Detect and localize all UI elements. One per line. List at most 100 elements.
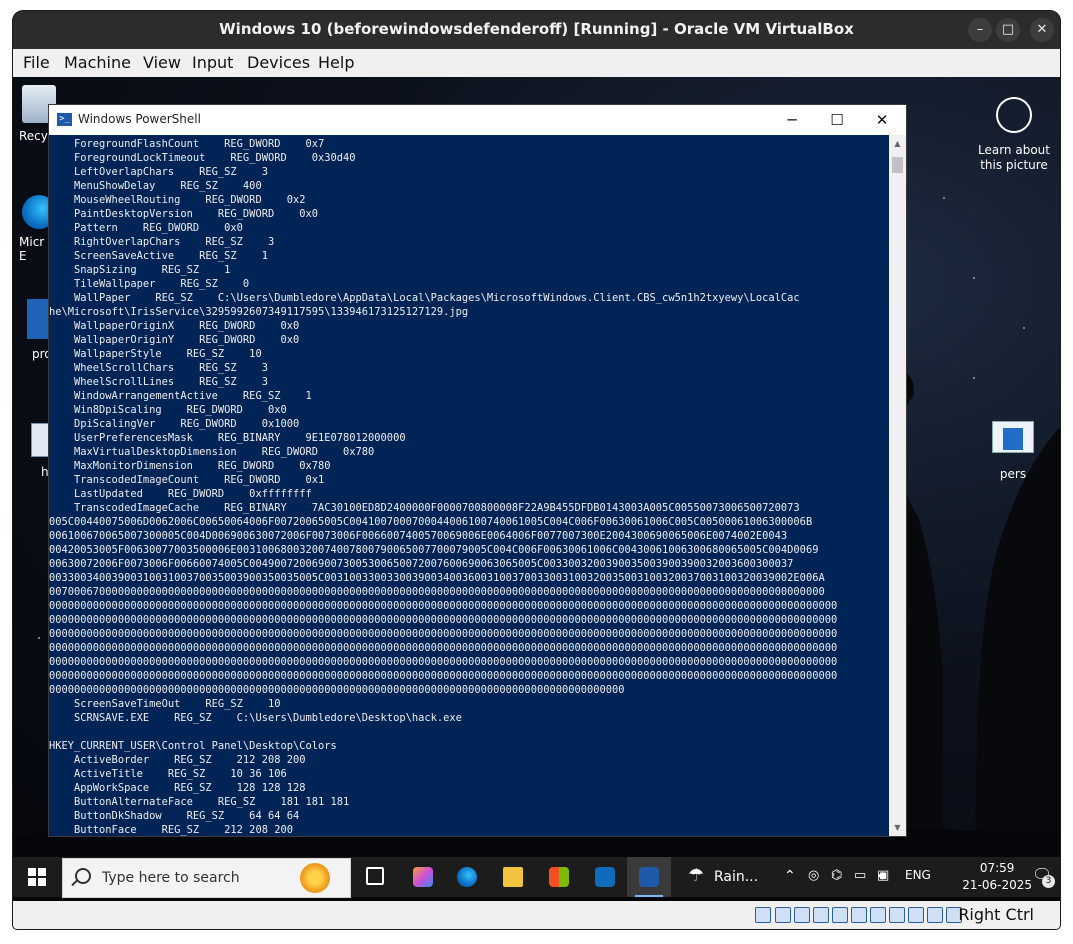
console-line: ButtonFace REG_SZ 212 208 200 bbox=[49, 824, 293, 836]
menu-devices[interactable]: Devices bbox=[247, 53, 310, 72]
start-button[interactable] bbox=[28, 868, 46, 886]
search-highlight-icon bbox=[300, 863, 330, 893]
scroll-thumb[interactable] bbox=[892, 157, 903, 173]
desktop-icon-pers[interactable]: pers bbox=[988, 421, 1038, 481]
console-line: 006100670065007300005C004D00690063007200… bbox=[49, 530, 788, 542]
close-button[interactable]: ✕ bbox=[1030, 18, 1054, 42]
console-line: AppWorkSpace REG_SZ 128 128 128 bbox=[49, 782, 306, 794]
edge-icon bbox=[457, 867, 477, 887]
chevron-up-icon: ⌃ bbox=[784, 868, 796, 884]
taskbar-search[interactable]: Type here to search bbox=[62, 858, 351, 898]
usb-icon[interactable] bbox=[832, 907, 848, 923]
console-line: ScreenSaveActive REG_SZ 1 bbox=[49, 250, 268, 262]
console-line: MouseWheelRouting REG_DWORD 0x2 bbox=[49, 194, 306, 206]
console-line: 0000000000000000000000000000000000000000… bbox=[49, 656, 838, 668]
menu-help[interactable]: Help bbox=[318, 53, 354, 72]
powershell-icon: >_ bbox=[57, 113, 72, 126]
show-hidden-icons-button[interactable]: ⌃ bbox=[784, 868, 796, 884]
console-line: MaxVirtualDesktopDimension REG_DWORD 0x7… bbox=[49, 446, 375, 458]
console-line: RightOverlapChars REG_SZ 3 bbox=[49, 236, 275, 248]
language-indicator[interactable]: ENG bbox=[905, 868, 931, 882]
console-line: SnapSizing REG_SZ 1 bbox=[49, 264, 231, 276]
camera-icon bbox=[996, 97, 1032, 133]
console-line: 0000000000000000000000000000000000000000… bbox=[49, 670, 838, 682]
camera-icon: ◎ bbox=[808, 868, 820, 883]
store-button[interactable] bbox=[537, 857, 581, 897]
clock[interactable]: 07:59 21-06-2025 bbox=[962, 860, 1032, 894]
console-line: WheelScrollLines REG_SZ 3 bbox=[49, 376, 268, 388]
console-line: LeftOverlapChars REG_SZ 3 bbox=[49, 166, 268, 178]
pers-label: pers bbox=[999, 467, 1027, 481]
console-line: TileWallpaper REG_SZ 0 bbox=[49, 278, 250, 290]
hard-disk-icon[interactable] bbox=[755, 907, 771, 923]
ps-close-button[interactable]: ✕ bbox=[871, 110, 893, 130]
console-line: 00630072006F0073006F00660074005C00490072… bbox=[49, 558, 794, 570]
console-line: 0000000000000000000000000000000000000000… bbox=[49, 684, 625, 696]
console-line: WheelScrollChars REG_SZ 3 bbox=[49, 362, 268, 374]
file-explorer-button[interactable] bbox=[491, 857, 535, 897]
console-line: 0070006700000000000000000000000000000000… bbox=[49, 586, 825, 598]
console-line: Pattern REG_DWORD 0x0 bbox=[49, 222, 243, 234]
edge-button[interactable] bbox=[445, 857, 489, 897]
notification-button[interactable]: 🗨︎ 3 bbox=[1032, 865, 1056, 889]
tray-meet-now[interactable]: ◎ bbox=[808, 868, 819, 883]
ps-maximize-button[interactable]: ☐ bbox=[826, 110, 848, 130]
menu-machine[interactable]: Machine bbox=[64, 53, 131, 72]
network-adapter-icon[interactable] bbox=[813, 907, 829, 923]
learn-label: Learn about this picture bbox=[978, 143, 1050, 172]
powershell-taskbar-button[interactable] bbox=[627, 857, 671, 897]
menu-view[interactable]: View bbox=[143, 53, 181, 72]
console-line: ScreenSaveTimeOut REG_SZ 10 bbox=[49, 698, 281, 710]
menu-file[interactable]: File bbox=[23, 53, 50, 72]
display-icon[interactable] bbox=[870, 907, 886, 923]
menu-input[interactable]: Input bbox=[192, 53, 233, 72]
audio-icon[interactable] bbox=[794, 907, 810, 923]
console-line: MaxMonitorDimension REG_DWORD 0x780 bbox=[49, 460, 331, 472]
ps-minimize-button[interactable]: ─ bbox=[781, 110, 803, 130]
tray-hardware[interactable]: ⌬ bbox=[831, 868, 842, 883]
console-line: ActiveBorder REG_SZ 212 208 200 bbox=[49, 754, 306, 766]
console-line: SCRNSAVE.EXE REG_SZ C:\Users\Dumbledore\… bbox=[49, 712, 462, 724]
outlook-icon bbox=[595, 867, 615, 887]
console-line: he\Microsoft\IrisService\329599260734911… bbox=[49, 306, 469, 318]
weather-widget[interactable]: ☂ Rain... bbox=[688, 865, 758, 886]
usb-icon: ⌬ bbox=[831, 868, 843, 883]
console-line: MenuShowDelay REG_SZ 400 bbox=[49, 180, 262, 192]
cpu-icon[interactable] bbox=[908, 907, 924, 923]
console-line: Win8DpiScaling REG_DWORD 0x0 bbox=[49, 404, 287, 416]
console-line: HKEY_CURRENT_USER\Control Panel\Desktop\… bbox=[49, 740, 337, 752]
store-icon bbox=[549, 867, 569, 887]
search-placeholder: Type here to search bbox=[102, 870, 240, 886]
console-line: WallpaperOriginY REG_DWORD 0x0 bbox=[49, 334, 300, 346]
task-view-button[interactable] bbox=[353, 857, 397, 897]
powershell-titlebar[interactable]: >_ Windows PowerShell ─ ☐ ✕ bbox=[49, 105, 906, 135]
console-text: ForegroundFlashCount REG_DWORD 0x7 Foreg… bbox=[49, 135, 889, 836]
scroll-down-icon[interactable]: ▼ bbox=[889, 819, 906, 836]
copilot-button[interactable] bbox=[401, 857, 445, 897]
console-output[interactable]: ForegroundFlashCount REG_DWORD 0x7 Foreg… bbox=[49, 135, 889, 836]
desktop-icon-learn-about-picture[interactable]: Learn about this picture bbox=[971, 97, 1057, 173]
minimize-button[interactable]: – bbox=[968, 18, 992, 42]
vbox-statusbar: Right Ctrl bbox=[13, 901, 1060, 929]
recording-icon[interactable] bbox=[889, 907, 905, 923]
shared-folders-icon[interactable] bbox=[851, 907, 867, 923]
virtualbox-titlebar[interactable]: Windows 10 (beforewindowsdefenderoff) [R… bbox=[13, 11, 1060, 49]
maximize-button[interactable]: □ bbox=[996, 18, 1020, 42]
speaker-button[interactable]: 🔉︎ bbox=[878, 868, 887, 884]
tray-battery[interactable]: ▭ bbox=[854, 868, 866, 883]
console-line: ButtonDkShadow REG_SZ 64 64 64 bbox=[49, 810, 300, 822]
file-icon bbox=[27, 299, 49, 339]
outlook-button[interactable] bbox=[583, 857, 627, 897]
folder-icon bbox=[503, 867, 523, 887]
window-title: Windows 10 (beforewindowsdefenderoff) [R… bbox=[219, 20, 854, 38]
vtx-icon[interactable] bbox=[927, 907, 943, 923]
scrollbar[interactable]: ▲ ▼ bbox=[889, 135, 906, 836]
console-line: 00420053005F00630077003500006E0031006800… bbox=[49, 544, 819, 556]
clock-date: 21-06-2025 bbox=[962, 878, 1032, 892]
powershell-title: Windows PowerShell bbox=[78, 112, 201, 126]
optical-drive-icon[interactable] bbox=[775, 907, 791, 923]
console-line: WallpaperStyle REG_SZ 10 bbox=[49, 348, 262, 360]
scroll-up-icon[interactable]: ▲ bbox=[889, 135, 906, 152]
rain-icon: ☂ bbox=[688, 865, 705, 886]
clock-time: 07:59 bbox=[979, 861, 1015, 875]
